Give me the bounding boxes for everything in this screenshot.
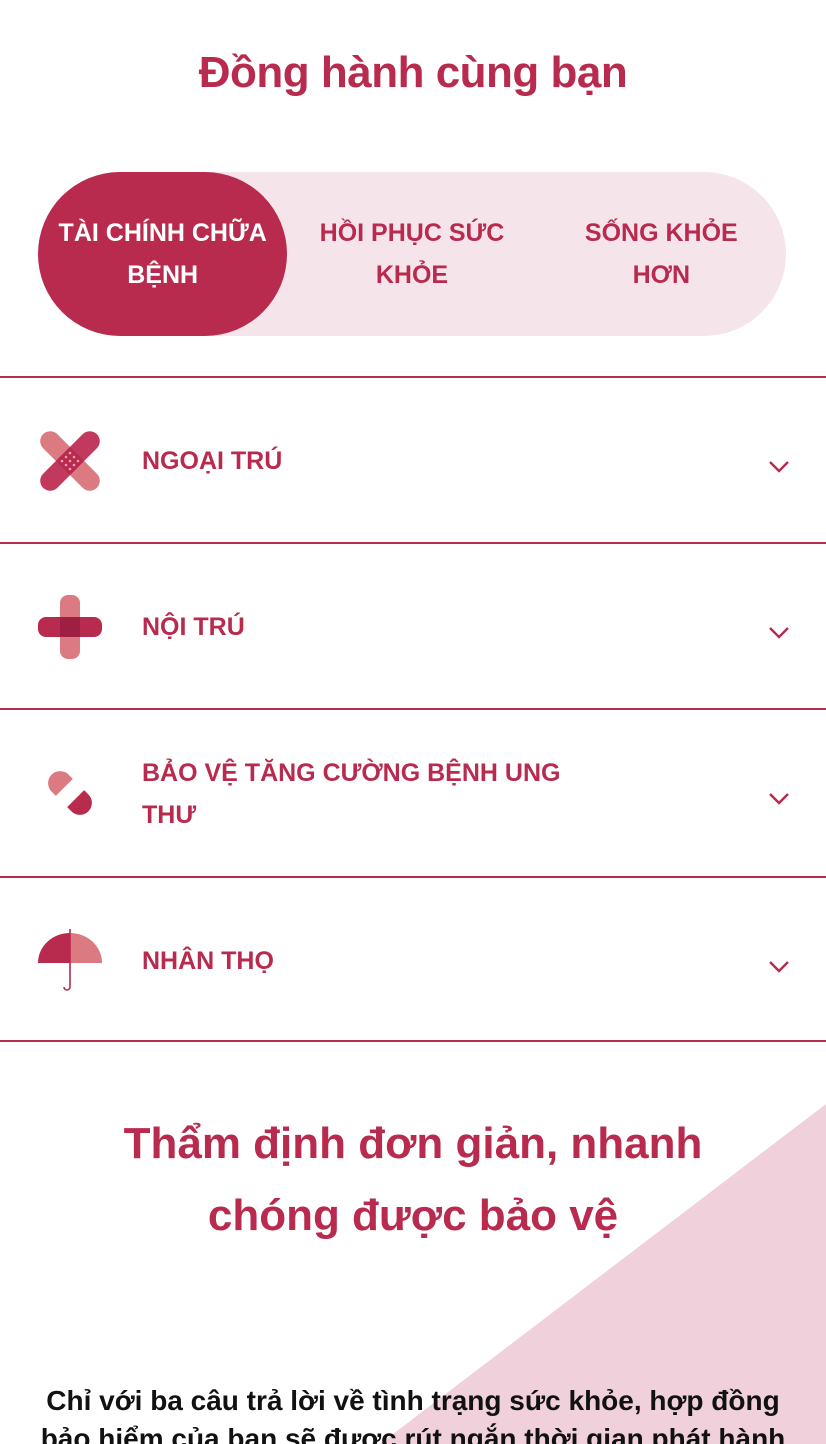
chevron-down-icon[interactable] [768, 792, 790, 806]
medical-cross-icon [38, 595, 102, 659]
underwriting-section: Thẩm định đơn giản, nhanh chóng được bảo… [0, 1044, 826, 1444]
umbrella-icon [38, 929, 102, 991]
section-description: Chỉ với ba câu trả lời về tình trạng sức… [40, 1385, 786, 1444]
accordion-item-cancer-protection[interactable]: BẢO VỆ TĂNG CƯỜNG BỆNH UNG THƯ [0, 708, 826, 876]
accordion-label: NGOẠI TRÚ [142, 447, 283, 475]
chevron-down-icon[interactable] [768, 960, 790, 974]
section-title: Thẩm định đơn giản, nhanh chóng được bảo… [123, 1119, 703, 1240]
accordion-item-inpatient[interactable]: NỘI TRÚ [0, 542, 826, 708]
accordion-item-life[interactable]: NHÂN THỌ [0, 876, 826, 1042]
accordion-label: BẢO VỆ TĂNG CƯỜNG BỆNH UNG THƯ [142, 759, 561, 829]
accordion-label: NHÂN THỌ [142, 947, 274, 975]
chevron-down-icon[interactable] [768, 460, 790, 474]
accordion-item-outpatient[interactable]: NGOẠI TRÚ [0, 376, 826, 542]
benefits-accordion: NGOẠI TRÚ NỘI TRÚ BẢO VỆ TĂNG CƯỜNG BỆNH… [0, 376, 826, 1042]
chevron-down-icon[interactable] [768, 626, 790, 640]
pill-capsule-icon [48, 771, 92, 815]
page-title: Đồng hành cùng bạn [198, 48, 628, 97]
tab-medical-finance[interactable]: TÀI CHÍNH CHỮA BỆNH [38, 172, 288, 336]
tab-bar: TÀI CHÍNH CHỮA BỆNH HỒI PHỤC SỨC KHỎE SỐ… [38, 172, 786, 336]
tab-live-healthier[interactable]: SỐNG KHỎE HƠN [537, 172, 786, 336]
tab-health-recovery[interactable]: HỒI PHỤC SỨC KHỎE [287, 172, 536, 336]
bandage-cross-icon [40, 431, 100, 491]
accordion-label: NỘI TRÚ [142, 613, 245, 641]
